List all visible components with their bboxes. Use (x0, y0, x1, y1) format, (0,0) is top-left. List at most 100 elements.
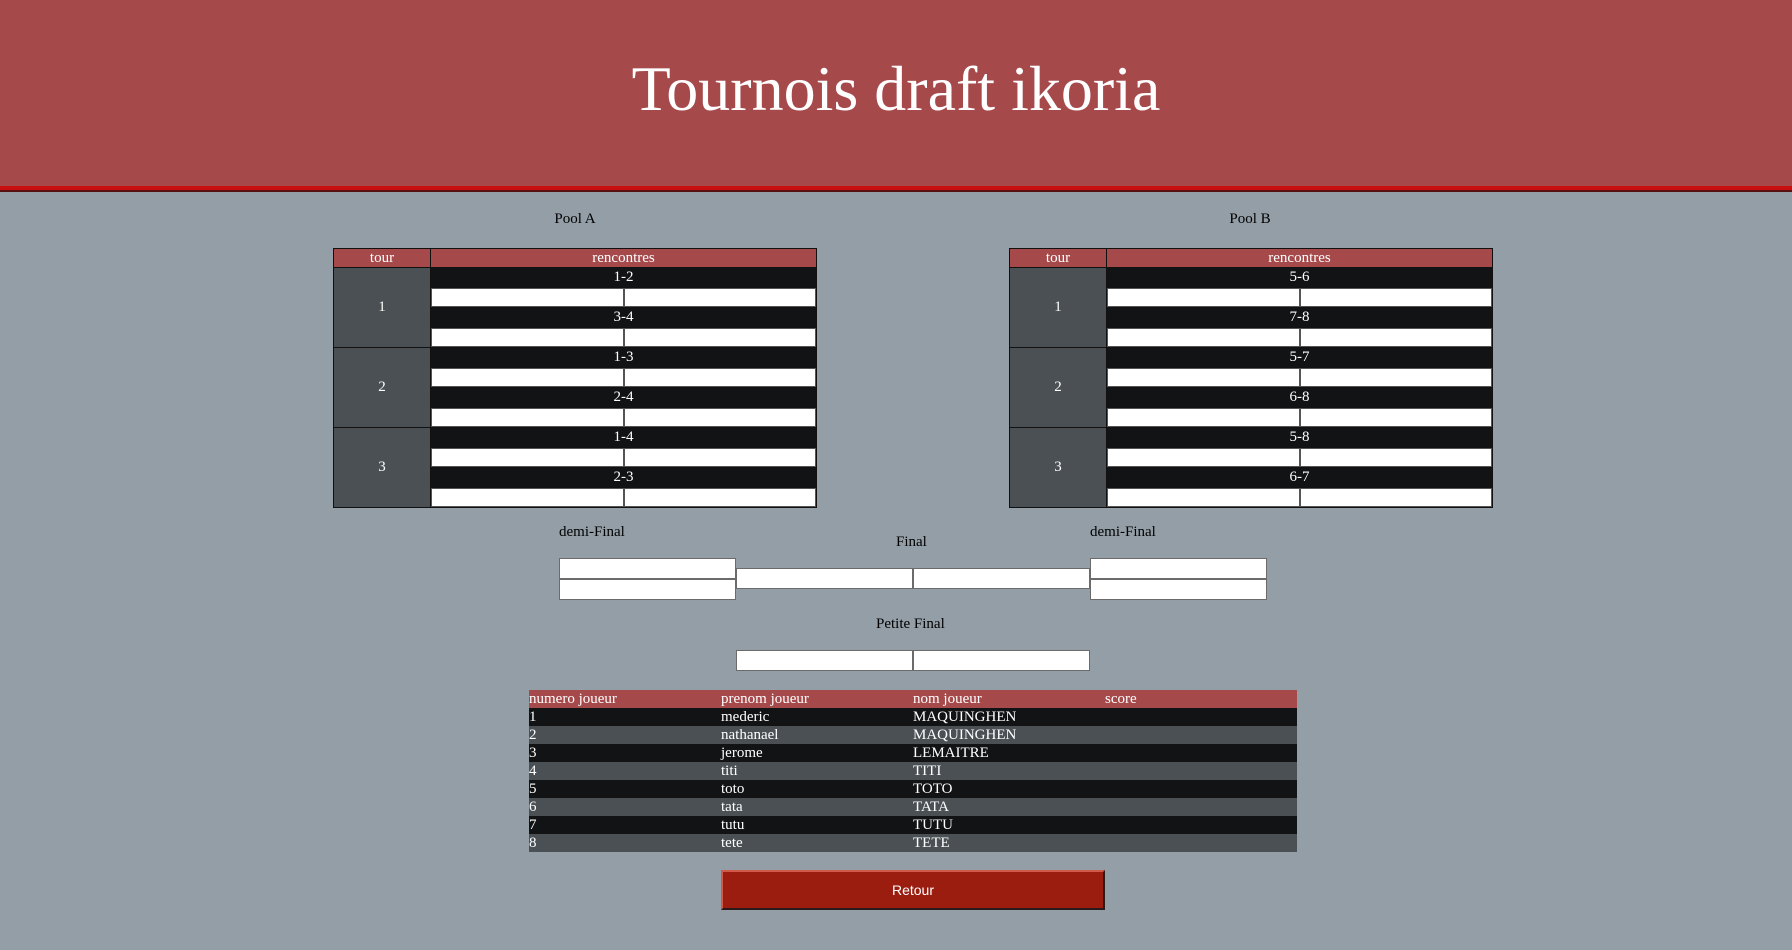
score-input-pair (431, 328, 816, 347)
pool-a-score-input[interactable] (623, 408, 816, 427)
player-last-name: TETE (913, 834, 1105, 852)
score-input-pair (1107, 288, 1492, 307)
pool-b-score-input[interactable] (1107, 288, 1300, 307)
pool-b-title: Pool B (1229, 211, 1271, 227)
demi-final-left-input-2[interactable] (559, 579, 736, 600)
pool-a-header-rencontres: rencontres (430, 248, 817, 268)
pool-b-match-label: 7-8 (1106, 307, 1493, 328)
pool-b-score-inputs (1106, 487, 1493, 508)
final-input-2[interactable] (913, 568, 1090, 589)
pool-a-score-inputs (430, 327, 817, 348)
table-row: 1 mederic MAQUINGHEN (529, 708, 1297, 726)
player-number: 8 (529, 834, 721, 852)
pool-b-header-tour: tour (1009, 248, 1107, 268)
player-last-name: LEMAITRE (913, 744, 1105, 762)
pool-b-score-input[interactable] (1299, 368, 1492, 387)
player-last-name: TUTU (913, 816, 1105, 834)
retour-button[interactable]: Retour (721, 870, 1105, 910)
pool-a-score-inputs (430, 447, 817, 468)
player-first-name: tata (721, 798, 913, 816)
pool-a-score-input[interactable] (623, 368, 816, 387)
pool-a-score-inputs (430, 487, 817, 508)
demi-final-right-input-1[interactable] (1090, 558, 1267, 579)
pool-a-score-input[interactable] (623, 328, 816, 347)
pool-b-match-label: 5-6 (1106, 267, 1493, 288)
player-first-name: nathanael (721, 726, 913, 744)
pool-a-score-input[interactable] (431, 328, 624, 347)
pool-b-score-input[interactable] (1299, 288, 1492, 307)
pool-b-score-input[interactable] (1299, 488, 1492, 507)
pool-a-tour-cell: 3 (333, 427, 431, 508)
player-number: 3 (529, 744, 721, 762)
pool-b-match-label: 6-7 (1106, 467, 1493, 488)
pool-a-score-input[interactable] (431, 408, 624, 427)
petite-final-input-2[interactable] (913, 650, 1090, 671)
player-number: 7 (529, 816, 721, 834)
pool-b-score-input[interactable] (1107, 368, 1300, 387)
table-row: 5 toto TOTO (529, 780, 1297, 798)
score-input-pair (1107, 408, 1492, 427)
pool-a-title: Pool A (554, 211, 596, 227)
pool-a-match-label: 3-4 (430, 307, 817, 328)
player-last-name: TATA (913, 798, 1105, 816)
pool-a-match-label: 2-4 (430, 387, 817, 408)
pool-a-score-inputs (430, 407, 817, 428)
player-first-name: mederic (721, 708, 913, 726)
table-row: 2 nathanael MAQUINGHEN (529, 726, 1297, 744)
pool-a-score-input[interactable] (623, 288, 816, 307)
pool-a-score-input[interactable] (431, 448, 624, 467)
page-title: Tournois draft ikoria (631, 53, 1161, 124)
pool-b-tour-cell: 2 (1009, 347, 1107, 428)
pool-a-score-input[interactable] (431, 368, 624, 387)
pool-a-match-label: 1-2 (430, 267, 817, 288)
pool-b-match-label: 6-8 (1106, 387, 1493, 408)
player-score (1105, 762, 1297, 780)
players-table: numero joueur prenom joueur nom joueur s… (529, 690, 1297, 852)
pool-a-score-input[interactable] (623, 448, 816, 467)
pool-b-score-input[interactable] (1107, 408, 1300, 427)
page-header: Tournois draft ikoria (0, 0, 1792, 190)
pool-a-score-input[interactable] (623, 488, 816, 507)
score-input-pair (431, 288, 816, 307)
pool-b-score-input[interactable] (1107, 328, 1300, 347)
table-row: 8 tete TETE (529, 834, 1297, 852)
pool-b-score-input[interactable] (1299, 328, 1492, 347)
pool-b-table: tour rencontres 1 5-6 7-8 2 5-7 6-8 3 5-8 6-7 (1009, 248, 1493, 508)
player-last-name: TOTO (913, 780, 1105, 798)
pool-a-match-label: 1-3 (430, 347, 817, 368)
score-input-pair (1107, 448, 1492, 467)
player-number: 4 (529, 762, 721, 780)
player-first-name: tete (721, 834, 913, 852)
player-score (1105, 798, 1297, 816)
pool-a-match-label: 1-4 (430, 427, 817, 448)
pool-b-tour-cell: 3 (1009, 427, 1107, 508)
pool-b-match-label: 5-7 (1106, 347, 1493, 368)
pool-a-match-label: 2-3 (430, 467, 817, 488)
pool-a-score-input[interactable] (431, 488, 624, 507)
pool-b-score-inputs (1106, 447, 1493, 468)
final-label: Final (896, 534, 927, 550)
pool-b-score-inputs (1106, 367, 1493, 388)
header-numero-joueur: numero joueur (529, 690, 721, 708)
pool-b-score-input[interactable] (1107, 488, 1300, 507)
player-number: 6 (529, 798, 721, 816)
score-input-pair (431, 368, 816, 387)
final-input-1[interactable] (736, 568, 913, 589)
pool-b-score-input[interactable] (1299, 408, 1492, 427)
demi-final-left-input-1[interactable] (559, 558, 736, 579)
pool-a-tour-cell: 2 (333, 347, 431, 428)
pool-b-score-inputs (1106, 407, 1493, 428)
pool-a-score-inputs (430, 287, 817, 308)
pool-a-score-input[interactable] (431, 288, 624, 307)
pool-b-score-input[interactable] (1107, 448, 1300, 467)
player-last-name: MAQUINGHEN (913, 708, 1105, 726)
petite-final-input-1[interactable] (736, 650, 913, 671)
pool-b-score-input[interactable] (1299, 448, 1492, 467)
player-score (1105, 708, 1297, 726)
header-score: score (1105, 690, 1297, 708)
table-row: 3 jerome LEMAITRE (529, 744, 1297, 762)
table-row: 4 titi TITI (529, 762, 1297, 780)
petite-final-label: Petite Final (876, 616, 945, 632)
demi-final-right-input-2[interactable] (1090, 579, 1267, 600)
pool-a-header-tour: tour (333, 248, 431, 268)
